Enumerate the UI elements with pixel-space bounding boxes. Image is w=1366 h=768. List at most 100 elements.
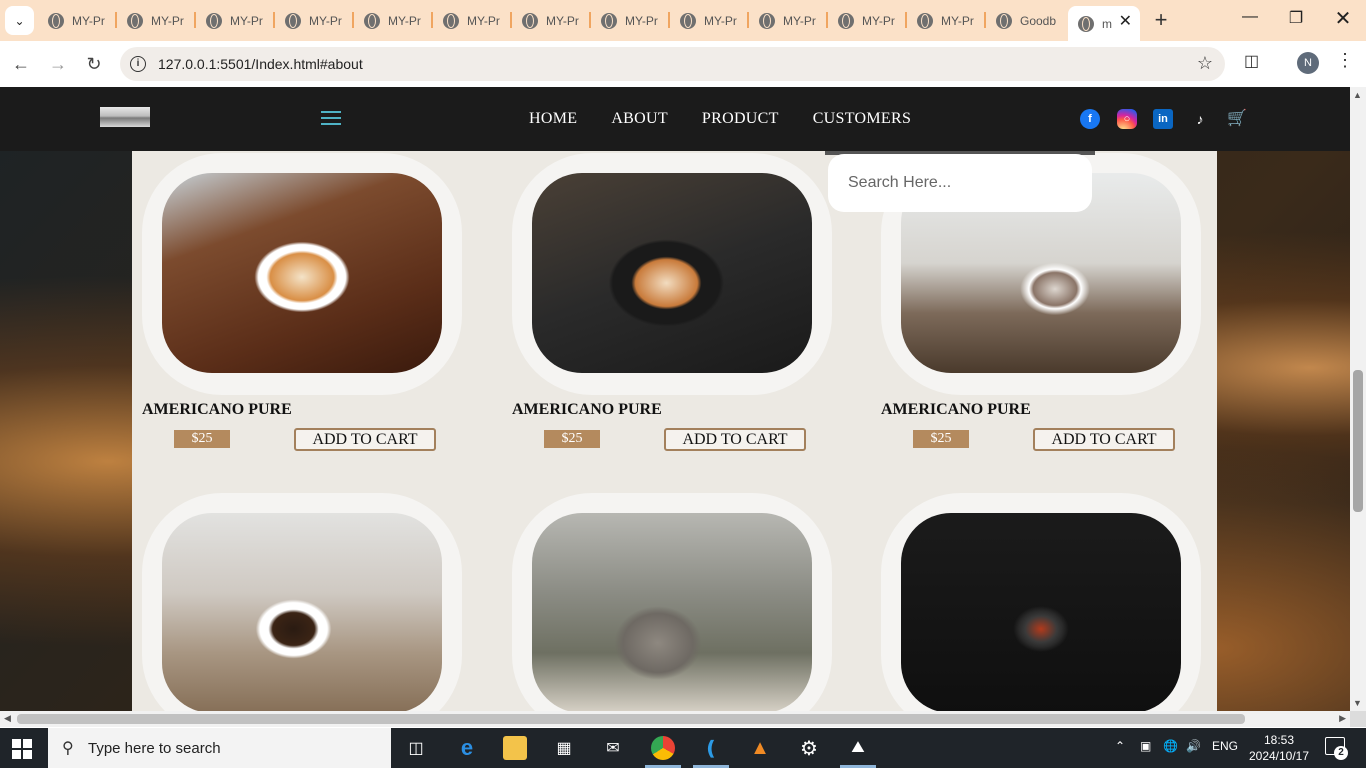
product-image [532,173,812,373]
extensions-icon[interactable]: ◫ [1244,51,1264,71]
omnibox[interactable]: i 127.0.0.1:5501/Index.html#about ☆ [120,47,1225,81]
facebook-icon[interactable]: f [1080,109,1100,129]
scroll-up-icon[interactable]: ▲ [1353,90,1362,100]
settings-gear-icon[interactable]: ⚙ [797,736,821,760]
globe-icon [364,12,380,29]
tab-strip: ⌄ MY-Pr MY-Pr MY-Pr MY-Pr MY-Pr MY-Pr MY… [0,0,1366,41]
browser-tab-active[interactable]: m ✕ [1068,6,1140,41]
forward-button[interactable]: → [45,51,71,77]
network-icon[interactable]: 🌐 [1163,739,1178,753]
linkedin-icon[interactable]: in [1153,109,1173,129]
scroll-down-icon[interactable]: ▼ [1353,698,1362,708]
browser-tab[interactable]: MY-Pr [591,6,670,35]
back-button[interactable]: ← [8,51,34,77]
browser-tab[interactable]: MY-Pr [828,6,907,35]
globe-icon [48,12,64,29]
browser-menu-icon[interactable]: ⋮ [1336,50,1354,71]
photos-icon[interactable]: ⛰ [846,736,870,760]
product-image [901,513,1181,711]
url-text[interactable]: 127.0.0.1:5501/Index.html#about [158,56,363,72]
taskbar-search[interactable]: ⚲ Type here to search [48,728,391,768]
product-name: AMERICANO PURE [881,401,1031,418]
nav-home[interactable]: HOME [529,110,577,128]
close-tab-icon[interactable]: ✕ [1119,11,1132,31]
profile-avatar[interactable]: N [1297,52,1319,74]
scroll-left-icon[interactable]: ◀ [4,713,11,724]
product-name: AMERICANO PURE [142,401,292,418]
products-panel: AMERICANO PURE $25 ADD TO CART AMERICANO… [132,151,1217,711]
chrome-icon[interactable] [651,736,675,760]
notification-count-badge: 2 [1334,746,1348,760]
add-to-cart-button[interactable]: ADD TO CART [664,428,806,451]
product-image [532,513,812,711]
product-price: $25 [544,430,600,448]
browser-tab[interactable]: MY-Pr [749,6,828,35]
system-clock[interactable]: 18:53 2024/10/17 [1248,732,1310,764]
cart-icon[interactable]: 🛒 [1227,109,1247,129]
edge-icon[interactable]: e [455,735,479,760]
browser-tab[interactable]: MY-Pr [117,6,196,35]
product-image [162,513,442,711]
task-view-icon[interactable]: ◫ [404,736,428,760]
restore-button[interactable]: ❐ [1273,8,1319,28]
minimize-button[interactable]: — [1227,8,1273,26]
globe-icon [443,12,459,29]
file-explorer-icon[interactable] [503,736,527,760]
globe-icon [285,12,301,29]
vscode-icon[interactable]: ❪ [699,736,723,760]
taskbar: ⚲ Type here to search ◫ e ▦ ✉ ❪ ▲ ⚙ ⛰ ⌃ … [0,728,1366,768]
new-tab-button[interactable]: + [1149,6,1173,34]
tiktok-icon[interactable]: ♪ [1190,109,1210,129]
site-logo[interactable] [100,107,150,127]
search-icon: ⚲ [62,740,74,757]
globe-icon [838,12,854,29]
globe-icon [680,12,696,29]
globe-icon [206,12,222,29]
site-info-icon[interactable]: i [130,56,146,72]
browser-tab[interactable]: MY-Pr [354,6,433,35]
chevron-down-icon: ⌄ [14,13,25,28]
bookmark-star-icon[interactable]: ☆ [1197,53,1213,74]
hamburger-menu-icon[interactable] [321,111,341,125]
globe-icon [917,12,933,29]
volume-icon[interactable]: 🔊 [1186,739,1201,753]
instagram-icon[interactable]: ○ [1117,109,1137,129]
site-header: HOME ABOUT PRODUCT CUSTOMERS f ○ in ♪ 🛒 [0,87,1350,151]
language-indicator[interactable]: ENG [1212,739,1238,753]
nav-product[interactable]: PRODUCT [702,110,779,128]
product-price: $25 [174,430,230,448]
globe-icon [1078,15,1094,32]
nav-about[interactable]: ABOUT [611,110,668,128]
search-input[interactable] [828,154,1092,212]
close-window-button[interactable]: ✕ [1320,6,1366,31]
add-to-cart-button[interactable]: ADD TO CART [294,428,436,451]
tab-search-button[interactable]: ⌄ [5,6,34,35]
mail-icon[interactable]: ✉ [601,736,625,760]
browser-tab[interactable]: Goodb [986,6,1065,35]
browser-tab[interactable]: MY-Pr [196,6,275,35]
main-nav: HOME ABOUT PRODUCT CUSTOMERS [529,110,911,128]
vertical-scrollbar[interactable]: ▲ ▼ [1350,87,1366,711]
meet-now-icon[interactable]: ▣ [1140,739,1151,753]
browser-tab[interactable]: MY-Pr [38,6,117,35]
browser-tab[interactable]: MY-Pr [512,6,591,35]
browser-tab[interactable]: MY-Pr [907,6,986,35]
product-image [162,173,442,373]
windows-start-icon[interactable] [12,739,32,759]
globe-icon [601,12,617,29]
horizontal-scrollbar[interactable]: ◀ ▶ [0,711,1350,727]
add-to-cart-button[interactable]: ADD TO CART [1033,428,1175,451]
scroll-right-icon[interactable]: ▶ [1339,713,1346,724]
show-hidden-icons-icon[interactable]: ⌃ [1115,739,1125,753]
nav-customers[interactable]: CUSTOMERS [813,110,911,128]
reload-button[interactable]: ↻ [81,51,107,77]
browser-tab[interactable]: MY-Pr [670,6,749,35]
browser-tab[interactable]: MY-Pr [275,6,354,35]
vlc-icon[interactable]: ▲ [748,736,772,760]
vertical-scroll-thumb[interactable] [1353,370,1363,512]
globe-icon [522,12,538,29]
product-name: AMERICANO PURE [512,401,662,418]
microsoft-store-icon[interactable]: ▦ [552,736,576,760]
horizontal-scroll-thumb[interactable] [17,714,1245,724]
browser-tab[interactable]: MY-Pr [433,6,512,35]
